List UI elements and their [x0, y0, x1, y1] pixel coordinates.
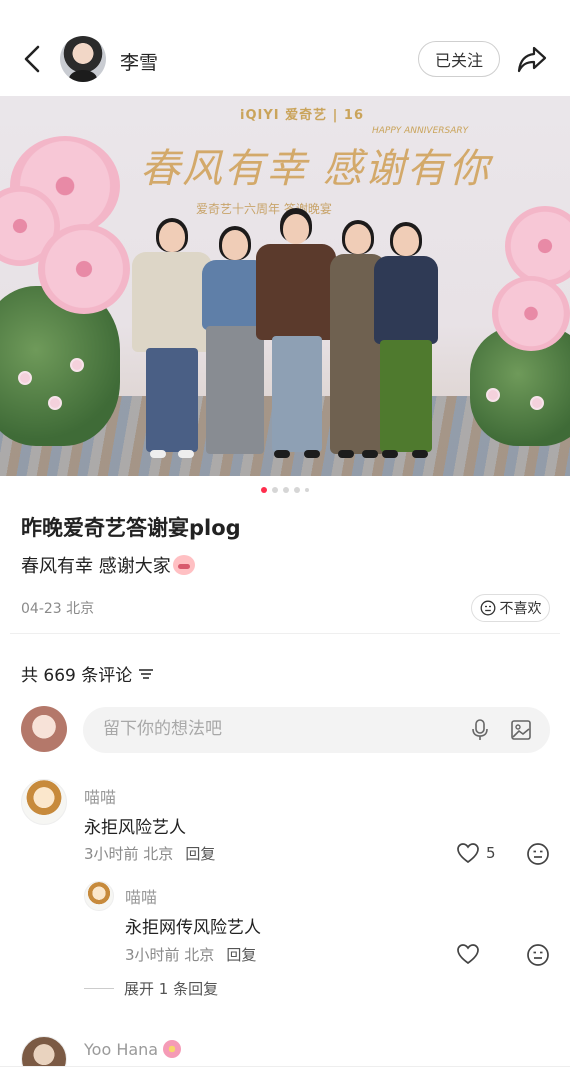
emoji-icon [172, 555, 195, 575]
expand-label: 展开 1 条回复 [124, 980, 219, 998]
carousel-dot [283, 487, 289, 493]
bottom-bar [0, 1066, 570, 1080]
post-image-carousel[interactable]: iQIYI 爱奇艺 | 16 HAPPY ANNIVERSARY 春风有幸 感谢… [0, 96, 570, 476]
banner-brand-text: iQIYI 爱奇艺 | 16 [240, 108, 365, 123]
reaction-face-icon[interactable] [526, 943, 550, 967]
banner-slogan: 春风有幸 感谢有你 [140, 146, 491, 192]
expand-line [84, 988, 114, 989]
author-avatar[interactable] [60, 36, 106, 82]
comment-time-location: 3小时前 北京 [84, 845, 174, 863]
carousel-indicator [0, 487, 570, 495]
post-meta: 04-23 北京 [21, 601, 95, 617]
like-button[interactable] [456, 943, 486, 965]
heart-icon [457, 944, 479, 965]
post-header: 李雪 已关注 [0, 0, 570, 96]
person-figure [374, 222, 438, 458]
microphone-icon[interactable] [469, 718, 491, 742]
banner-anniversary-text: HAPPY ANNIVERSARY [372, 126, 469, 136]
heart-icon [457, 843, 479, 864]
dislike-button[interactable]: 不喜欢 [471, 594, 550, 622]
comment-input-box[interactable] [83, 707, 550, 753]
image-icon[interactable] [509, 718, 533, 742]
pink-flower-decoration [38, 224, 130, 314]
commenter-name[interactable]: Yoo Hana [84, 1040, 182, 1059]
dislike-label: 不喜欢 [499, 601, 542, 617]
reaction-face-icon[interactable] [526, 842, 550, 866]
comment-input[interactable] [103, 719, 463, 739]
carousel-dot [305, 488, 309, 492]
expand-replies-button[interactable]: 展开 1 条回复 [84, 978, 218, 999]
like-count: 5 [486, 844, 496, 862]
flower-emoji-icon [163, 1040, 182, 1058]
reply-meta: 3小时前 北京 回复 [125, 944, 256, 965]
reply-text: 永拒网传风险艺人 [125, 918, 261, 938]
post-description-text: 春风有幸 感谢大家 [21, 556, 171, 577]
small-flower [48, 396, 62, 410]
small-flower [70, 358, 84, 372]
carousel-dot [294, 487, 300, 493]
my-avatar [21, 706, 67, 752]
small-flower [18, 371, 32, 385]
like-button[interactable]: 5 [456, 842, 496, 864]
comment-count-label: 共 669 条评论 [21, 666, 133, 686]
pink-flower-decoration [492, 276, 570, 351]
author-name[interactable]: 李雪 [120, 48, 158, 75]
commenter-name[interactable]: 喵喵 [84, 784, 116, 808]
reply-button[interactable]: 回复 [185, 845, 215, 863]
share-icon[interactable] [516, 44, 548, 74]
post-title: 昨晚爱奇艺答谢宴plog [21, 516, 241, 540]
divider [10, 633, 560, 634]
carousel-dot [261, 487, 267, 493]
reply-commenter-avatar[interactable] [84, 881, 114, 911]
pink-flower-decoration [505, 206, 570, 286]
post-description: 春风有幸 感谢大家 [21, 552, 195, 578]
reply-time-location: 3小时前 北京 [125, 946, 215, 964]
person-figure [132, 218, 212, 458]
small-flower [530, 396, 544, 410]
sort-icon [139, 668, 154, 679]
commenter-name-text: Yoo Hana [84, 1040, 159, 1059]
unhappy-face-icon [480, 600, 495, 616]
reply-button[interactable]: 回复 [226, 946, 256, 964]
person-figure [256, 208, 336, 458]
small-flower [486, 388, 500, 402]
back-arrow-icon[interactable] [18, 42, 48, 76]
carousel-dot [272, 487, 278, 493]
comment-text: 永拒风险艺人 [84, 818, 186, 838]
comment-count[interactable]: 共 669 条评论 [21, 661, 154, 686]
commenter-avatar[interactable] [21, 779, 67, 825]
reply-commenter-name[interactable]: 喵喵 [125, 884, 157, 908]
comment-meta: 3小时前 北京 回复 [84, 843, 215, 864]
follow-button[interactable]: 已关注 [418, 41, 500, 77]
